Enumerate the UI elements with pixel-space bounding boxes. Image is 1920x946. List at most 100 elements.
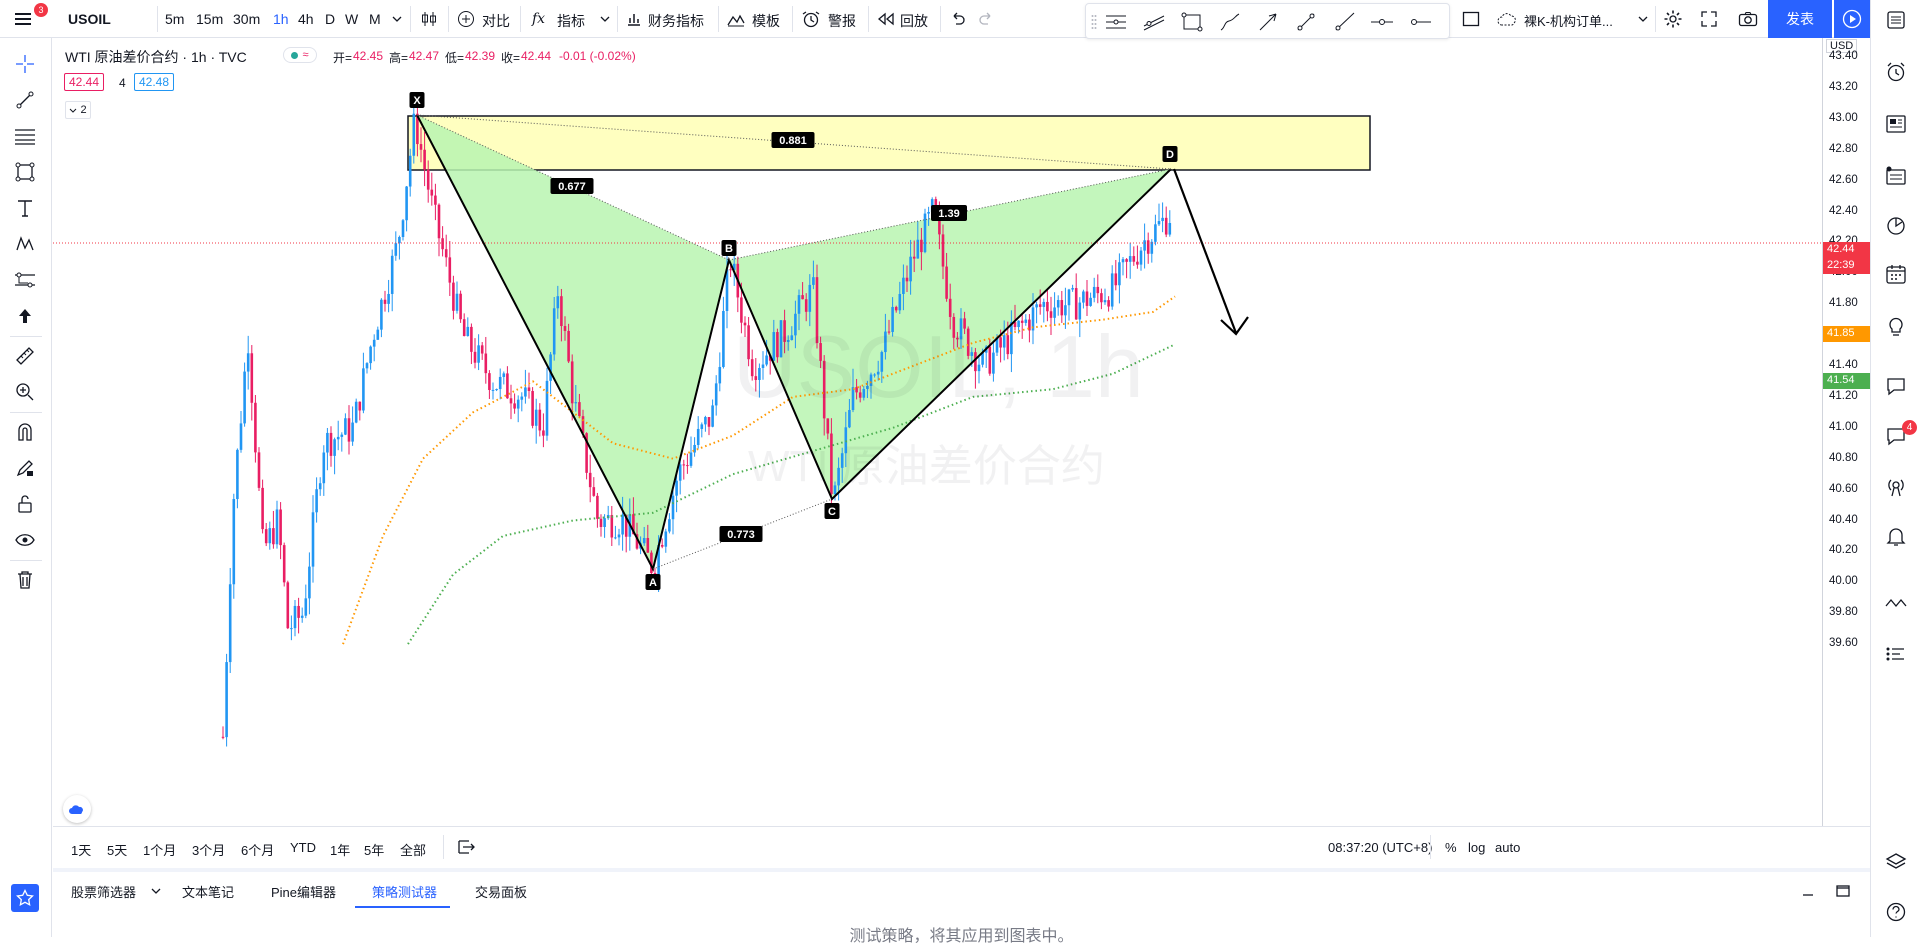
legend-visibility-toggle[interactable]: ≈ (283, 47, 317, 63)
symbol-legend-title[interactable]: WTI 原油差价合约 · 1h · TVC (65, 47, 247, 67)
undo-icon[interactable] (948, 10, 968, 28)
ruler-icon[interactable] (12, 344, 38, 368)
horizontal-lines-icon[interactable] (1102, 9, 1130, 35)
arrow-tool-icon[interactable] (1254, 9, 1282, 35)
goto-date-icon[interactable] (456, 837, 476, 857)
news-icon[interactable] (1883, 112, 1909, 136)
layers-icon[interactable] (1883, 850, 1909, 874)
interval-m[interactable]: M (369, 11, 381, 27)
interval-d[interactable]: D (325, 11, 335, 27)
maximize-panel-icon[interactable] (1834, 882, 1852, 900)
tab-pine-editor[interactable]: Pine编辑器 (271, 882, 336, 901)
bid-price[interactable]: 42.44 (64, 73, 105, 91)
trend-line-tool-icon[interactable] (12, 88, 38, 112)
screener-dropdown-icon[interactable] (149, 884, 163, 898)
fx-icon[interactable]: 𝑓x (532, 11, 545, 27)
tab-text-notes[interactable]: 文本笔记 (182, 882, 234, 901)
percent-toggle[interactable]: % (1445, 840, 1457, 855)
interval-15m[interactable]: 15m (196, 11, 223, 27)
chart-pane[interactable]: X A B C D 0.677 0.773 1.39 0.881 USOIL, 1h WTI 原… (53, 38, 1870, 865)
prediction-tool-icon[interactable] (12, 268, 38, 292)
interval-30m[interactable]: 30m (233, 11, 260, 27)
calendar-icon[interactable] (1883, 262, 1909, 286)
play-button[interactable] (1834, 0, 1870, 38)
financials-button[interactable]: 财务指标 (648, 11, 704, 31)
collapse-indicators-button[interactable]: 2 (65, 101, 91, 119)
streams-icon[interactable] (1883, 474, 1909, 498)
templates-icon[interactable] (726, 10, 746, 28)
replay-icon[interactable] (876, 10, 896, 28)
parallel-channel-icon[interactable] (1140, 9, 1168, 35)
clock-time[interactable]: 08:37:20 (UTC+8) (1328, 840, 1432, 855)
eye-icon[interactable] (12, 528, 38, 552)
settings-gear-icon[interactable] (1661, 8, 1685, 30)
range-1m[interactable]: 1个月 (143, 840, 176, 859)
publish-button[interactable]: 发表 (1768, 0, 1832, 38)
range-all[interactable]: 全部 (400, 840, 426, 859)
range-1y[interactable]: 1年 (330, 840, 350, 859)
interval-dropdown-icon[interactable] (390, 12, 404, 26)
ideas-lightbulb-icon[interactable] (1883, 314, 1909, 338)
alarm-clock-icon[interactable] (800, 9, 822, 29)
range-3m[interactable]: 3个月 (192, 840, 225, 859)
range-5y[interactable]: 5年 (364, 840, 384, 859)
rectangle-tool-icon[interactable] (1178, 9, 1206, 35)
fullscreen-icon[interactable] (1698, 9, 1720, 29)
range-5d[interactable]: 5天 (107, 840, 127, 859)
horizontal-line-icon[interactable] (1368, 9, 1396, 35)
tab-stock-screener[interactable]: 股票筛选器 (71, 882, 136, 901)
data-window-icon[interactable] (1883, 164, 1909, 188)
rectangle-select-icon[interactable] (1460, 9, 1482, 29)
shapes-tool-icon[interactable] (12, 160, 38, 184)
interval-4h[interactable]: 4h (298, 11, 314, 27)
replay-button[interactable]: 回放 (900, 11, 928, 31)
alert-button[interactable]: 警报 (828, 11, 856, 31)
ask-price[interactable]: 42.48 (134, 73, 175, 91)
redo-icon[interactable] (976, 10, 996, 28)
unlock-icon[interactable] (12, 492, 38, 516)
indicators-dropdown-icon[interactable] (598, 12, 612, 26)
cursor-arrow-icon[interactable] (12, 304, 38, 328)
bell-icon[interactable] (1883, 524, 1909, 548)
financials-icon[interactable] (624, 10, 644, 28)
crosshair-icon[interactable] (12, 52, 38, 76)
horizontal-ray-icon[interactable] (1406, 9, 1434, 35)
interval-5m[interactable]: 5m (165, 11, 184, 27)
help-icon[interactable] (1883, 900, 1909, 924)
favorites-star-button[interactable] (11, 884, 39, 912)
trash-icon[interactable] (12, 568, 38, 592)
chats-icon[interactable] (1883, 374, 1909, 398)
layout-name[interactable]: 裸K-机构订单... (1524, 11, 1613, 30)
candle-style-icon[interactable] (418, 9, 440, 29)
drag-handle-icon[interactable] (1090, 12, 1098, 32)
compare-button[interactable]: 对比 (482, 11, 510, 31)
tab-trading-panel[interactable]: 交易面板 (475, 882, 527, 901)
interval-w[interactable]: W (345, 11, 358, 27)
ray-icon[interactable] (1330, 9, 1358, 35)
trading-panel-icon[interactable] (1883, 592, 1909, 616)
brush-tool-icon[interactable] (1216, 9, 1244, 35)
tradingview-logo[interactable] (63, 795, 91, 823)
price-axis[interactable]: USD 43.4043.2043.0042.8042.6042.4042.204… (1822, 38, 1870, 828)
fib-retracement-icon[interactable] (12, 124, 38, 148)
tab-strategy-tester[interactable]: 策略测试器 (372, 882, 437, 901)
range-ytd[interactable]: YTD (290, 840, 316, 855)
alerts-clock-icon[interactable] (1883, 60, 1909, 84)
interval-1h[interactable]: 1h (273, 11, 289, 27)
templates-button[interactable]: 模板 (752, 11, 780, 31)
range-6m[interactable]: 6个月 (241, 840, 274, 859)
watchlist-icon[interactable] (1883, 8, 1909, 32)
magnet-icon[interactable] (12, 420, 38, 444)
camera-icon[interactable] (1736, 9, 1760, 29)
range-1d[interactable]: 1天 (71, 840, 91, 859)
pattern-tool-icon[interactable] (12, 232, 38, 256)
hotlists-icon[interactable] (1883, 214, 1909, 238)
layout-dropdown-icon[interactable] (1636, 12, 1650, 26)
minimize-panel-icon[interactable] (1799, 882, 1817, 900)
cloud-icon[interactable] (1496, 10, 1520, 28)
indicators-button[interactable]: 指标 (557, 11, 585, 31)
zoom-in-icon[interactable] (12, 380, 38, 404)
menu-icon[interactable] (12, 10, 34, 28)
text-tool-icon[interactable] (12, 196, 38, 220)
auto-toggle[interactable]: auto (1495, 840, 1520, 855)
